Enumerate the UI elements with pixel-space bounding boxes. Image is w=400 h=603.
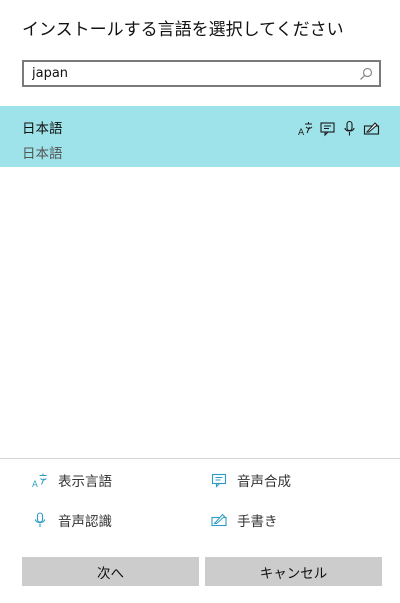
legend-text-to-speech: 音声合成: [211, 470, 291, 490]
legend-display-language: A 表示言語: [32, 470, 112, 490]
language-result-list: 日本語 日本語 A: [0, 106, 400, 167]
svg-text:A: A: [32, 480, 38, 488]
handwriting-icon: [363, 120, 380, 137]
legend-label: 音声認識: [58, 514, 112, 530]
language-picker-dialog: インストールする言語を選択してください 日本語 日本語 A: [0, 0, 400, 603]
text-to-speech-icon: [319, 120, 336, 137]
next-button[interactable]: 次へ: [22, 557, 199, 586]
search-box[interactable]: [22, 60, 381, 87]
legend-speech-recognition: 音声認識: [32, 510, 112, 530]
svg-text:A: A: [298, 128, 305, 137]
list-item-japanese[interactable]: 日本語 日本語 A: [0, 106, 400, 167]
cancel-button[interactable]: キャンセル: [205, 557, 382, 586]
language-name: 日本語: [22, 121, 63, 137]
display-language-icon: A: [32, 472, 48, 488]
legend-label: 音声合成: [237, 474, 291, 490]
feature-legend: A 表示言語 音声合成 音声認識 手書き: [0, 468, 400, 538]
language-native-name: 日本語: [22, 146, 63, 162]
language-feature-icons: A: [297, 120, 380, 138]
legend-label: 表示言語: [58, 474, 112, 490]
display-language-icon: A: [297, 120, 314, 138]
legend-handwriting: 手書き: [211, 510, 278, 530]
search-input[interactable]: [24, 62, 379, 85]
text-to-speech-icon: [211, 472, 227, 488]
legend-label: 手書き: [237, 514, 278, 530]
handwriting-icon: [211, 512, 227, 528]
dialog-buttons: 次へ キャンセル: [22, 557, 382, 586]
legend-divider: [0, 458, 400, 459]
dialog-title: インストールする言語を選択してください: [22, 20, 344, 40]
speech-recognition-icon: [32, 512, 48, 528]
speech-recognition-icon: [341, 120, 358, 137]
search-icon[interactable]: [359, 66, 373, 80]
